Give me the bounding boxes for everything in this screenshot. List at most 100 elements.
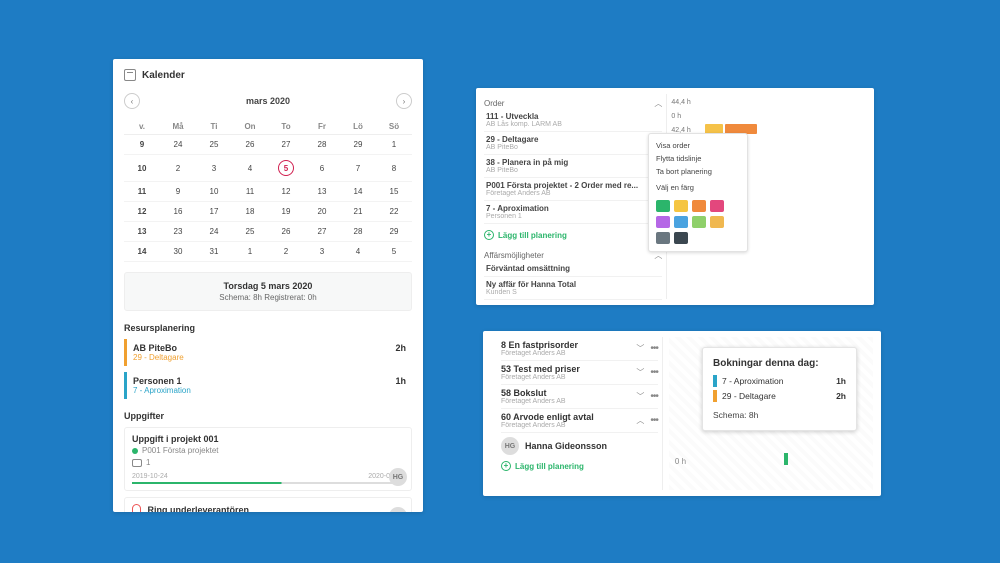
resource-item[interactable]: Personen 17 - Aproximation1h [124,372,412,399]
color-swatch[interactable] [692,216,706,228]
order-row[interactable]: 29 - DeltagareAB PiteBo [484,132,662,155]
calendar-day[interactable]: 30 [160,242,196,262]
calendar-day[interactable]: 4 [232,155,268,182]
calendar-day[interactable]: 27 [304,222,340,242]
calendar-day[interactable]: 5 [268,155,304,182]
calendar-day[interactable]: 25 [232,222,268,242]
task-title: Uppgift i projekt 001 [132,434,404,444]
color-swatch[interactable] [710,200,724,212]
color-swatch[interactable] [656,200,670,212]
order-row[interactable]: 8 En fastprisorderFöretaget Anders AB﹀••… [501,337,658,361]
day-title: Torsdag 5 mars 2020 [133,281,403,291]
calendar-day[interactable]: 28 [340,222,376,242]
color-swatch[interactable] [674,232,688,244]
order-row[interactable]: 58 BokslutFöretaget Anders AB﹀••• [501,385,658,409]
calendar-day[interactable]: 17 [196,202,232,222]
calendar-day[interactable]: 28 [304,135,340,155]
calendar-day[interactable]: 18 [232,202,268,222]
order-row[interactable]: 60 Arvode enligt avtalFöretaget Anders A… [501,409,658,433]
calendar-day[interactable]: 13 [304,182,340,202]
calendar-day[interactable]: 26 [232,135,268,155]
color-swatch[interactable] [710,216,724,228]
color-swatch[interactable] [656,232,670,244]
calendar-day[interactable]: 3 [304,242,340,262]
prev-month-button[interactable]: ‹ [124,93,140,109]
calendar-day[interactable]: 1 [232,242,268,262]
order-row[interactable]: 7 - AproximationPersonen 1 [484,201,662,224]
calendar-day[interactable]: 8 [376,155,412,182]
order-row[interactable]: 111 - UtvecklaAB Lås komp. LARM AB [484,109,662,132]
calendar-day[interactable]: 5 [376,242,412,262]
avatar: HG [501,437,519,455]
chevron-icon[interactable]: ﹀ [636,367,644,378]
more-icon[interactable]: ••• [650,415,658,426]
task-card[interactable]: Uppgift i projekt 001 P001 Första projek… [124,427,412,491]
chevron-icon[interactable]: ﹀ [636,391,644,402]
gantt-area[interactable]: 0 h Bokningar denna dag: 7 - Aproximatio… [669,337,873,490]
menu-item-visa[interactable]: Visa order [654,139,742,152]
calendar-day[interactable]: 24 [160,135,196,155]
calendar-day[interactable]: 3 [196,155,232,182]
color-swatch[interactable] [692,200,706,212]
more-icon[interactable]: ••• [650,343,658,354]
calendar-day[interactable]: 22 [376,202,412,222]
plus-icon: + [484,230,494,240]
chevron-icon[interactable]: ︿ [636,415,644,426]
chevron-up-icon[interactable]: ︿ [654,98,662,109]
calendar-day[interactable]: 4 [340,242,376,262]
calendar-day[interactable]: 23 [160,222,196,242]
calendar-day[interactable]: 26 [268,222,304,242]
more-icon[interactable]: ••• [650,367,658,378]
calendar-day[interactable]: 6 [304,155,340,182]
calendar-day[interactable]: 25 [196,135,232,155]
calendar-day[interactable]: 24 [196,222,232,242]
month-label: mars 2020 [246,96,290,106]
task-comment-count: 1 [146,458,150,467]
order-row[interactable]: P001 Första projektet - 2 Order med re..… [484,178,662,201]
calendar-day[interactable]: 27 [268,135,304,155]
calendar-day[interactable]: 29 [376,222,412,242]
resource-item[interactable]: AB PiteBo29 - Deltagare2h [124,339,412,366]
calendar-day[interactable]: 2 [268,242,304,262]
calendar-day[interactable]: 19 [268,202,304,222]
color-swatch[interactable] [674,200,688,212]
calendar-day[interactable]: 12 [268,182,304,202]
hours-label: 0 h [675,457,686,466]
user-row[interactable]: HG Hanna Gideonsson [501,437,658,455]
avatar[interactable]: HG [389,468,407,486]
calendar-day[interactable]: 15 [376,182,412,202]
calendar-day[interactable]: 14 [340,182,376,202]
task-progress [132,482,404,484]
more-icon[interactable]: ••• [650,391,658,402]
section-affar-label: Affärsmöjligheter [484,251,544,260]
add-planning-button[interactable]: + Lägg till planering [484,230,662,240]
menu-item-tabort[interactable]: Ta bort planering [654,165,742,178]
calendar-day[interactable]: 31 [196,242,232,262]
context-menu: Visa order Flytta tidslinje Ta bort plan… [648,133,748,252]
color-swatch[interactable] [656,216,670,228]
section-resursplanering: Resursplanering [124,323,412,333]
avatar[interactable]: HG [389,507,407,512]
opportunity-row[interactable]: Ny affär för Hanna TotalKunden S [484,277,662,300]
order-row[interactable]: 38 - Planera in på migAB PiteBo [484,155,662,178]
calendar-day[interactable]: 7 [340,155,376,182]
opportunity-row[interactable]: Förväntad omsättning [484,261,662,277]
calendar-day[interactable]: 9 [160,182,196,202]
calendar-panel: Kalender ‹ mars 2020 › v. Må Ti On To Fr… [113,59,423,512]
chevron-icon[interactable]: ﹀ [636,343,644,354]
order-row[interactable]: 53 Test med priserFöretaget Anders AB﹀••… [501,361,658,385]
calendar-day[interactable]: 2 [160,155,196,182]
day-meta: Schema: 8h Registrerat: 0h [133,293,403,302]
calendar-day[interactable]: 11 [232,182,268,202]
add-planning-button[interactable]: + Lägg till planering [501,461,658,471]
menu-item-flytta[interactable]: Flytta tidslinje [654,152,742,165]
task-card[interactable]: Ring underleverantören HG [124,497,412,512]
calendar-day[interactable]: 1 [376,135,412,155]
calendar-day[interactable]: 16 [160,202,196,222]
calendar-day[interactable]: 20 [304,202,340,222]
calendar-day[interactable]: 21 [340,202,376,222]
calendar-day[interactable]: 10 [196,182,232,202]
next-month-button[interactable]: › [396,93,412,109]
color-swatch[interactable] [674,216,688,228]
calendar-day[interactable]: 29 [340,135,376,155]
